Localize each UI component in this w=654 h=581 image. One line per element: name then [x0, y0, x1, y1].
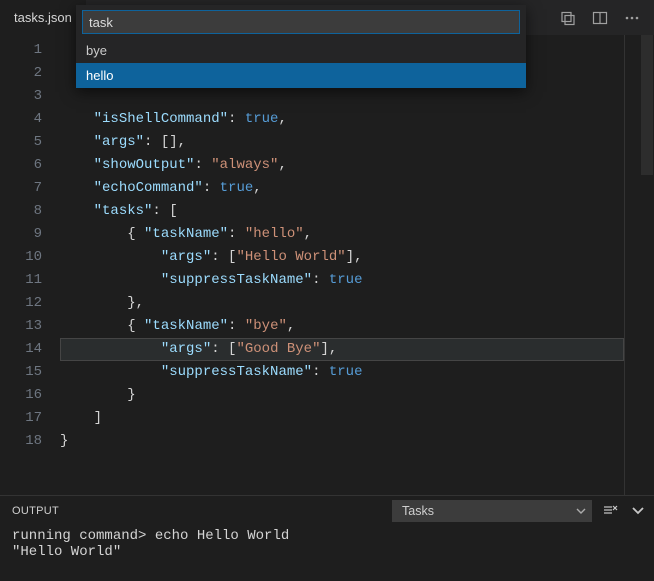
- topbar-icons: [560, 10, 646, 26]
- more-icon[interactable]: [624, 10, 640, 26]
- clear-output-icon[interactable]: [602, 502, 618, 521]
- output-channel-select[interactable]: Tasks: [392, 500, 592, 522]
- scroll-thumb[interactable]: [641, 35, 653, 175]
- gutter: 1234 5678 9101112 13141516 1718: [0, 35, 60, 495]
- output-line: running command> echo Hello World: [12, 528, 289, 544]
- split-editor-icon[interactable]: [592, 10, 608, 26]
- compare-icon[interactable]: [560, 10, 576, 26]
- scrollbar-vertical[interactable]: [640, 35, 654, 495]
- code-body[interactable]: "isShellCommand": true, "args": [], "sho…: [60, 35, 624, 495]
- quick-open-item[interactable]: bye: [76, 38, 526, 63]
- panel-header: OUTPUT Tasks: [0, 496, 654, 526]
- output-body[interactable]: running command> echo Hello World "Hello…: [0, 526, 654, 581]
- panel-title[interactable]: OUTPUT: [12, 505, 59, 517]
- output-channel-value: Tasks: [402, 504, 434, 518]
- quick-open-item[interactable]: hello: [76, 63, 526, 88]
- quick-open-input[interactable]: [82, 10, 520, 34]
- output-panel: OUTPUT Tasks running command> echo Hello…: [0, 495, 654, 581]
- output-line: "Hello World": [12, 544, 121, 560]
- editor[interactable]: 1234 5678 9101112 13141516 1718 "isShell…: [0, 35, 654, 495]
- tab-filename: tasks.json: [14, 10, 72, 25]
- minimap[interactable]: [624, 35, 640, 495]
- chevron-down-icon[interactable]: [630, 502, 646, 521]
- tab-active[interactable]: tasks.json: [0, 0, 86, 35]
- quick-open-panel: bye hello: [76, 5, 526, 88]
